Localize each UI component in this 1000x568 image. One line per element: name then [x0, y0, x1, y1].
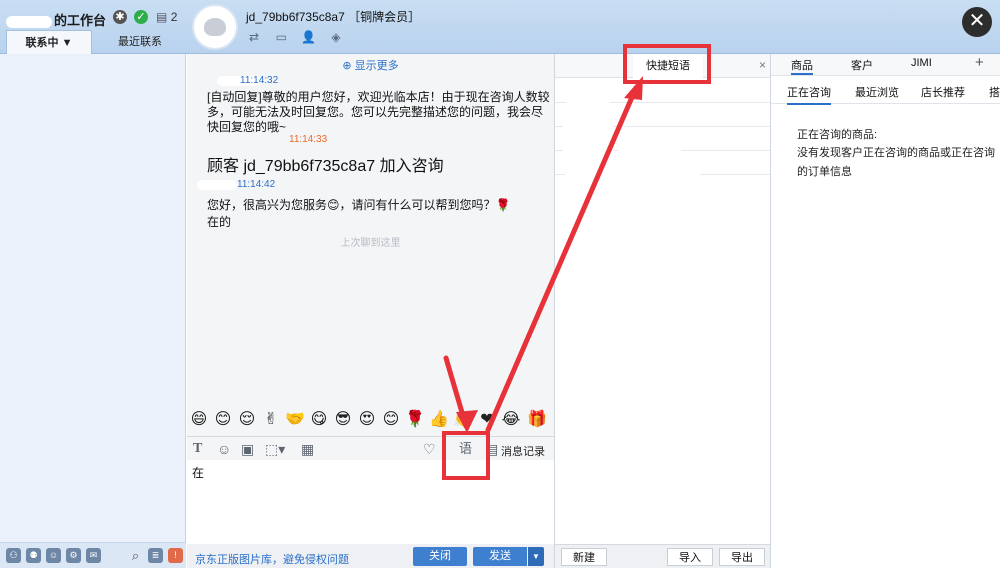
transfer-icon[interactable]: ⇄	[246, 30, 262, 44]
customer-join-message: 顾客 jd_79bb6f735c8a7 加入咨询	[207, 158, 444, 175]
tab-recent[interactable]: 最近联系	[100, 30, 180, 54]
emoji-item[interactable]: 😎	[333, 410, 353, 430]
chat-footer: 京东正版图片库，避免侵权问题 关闭 发送 ▼	[187, 544, 554, 568]
message-time: 11:14:42	[237, 179, 276, 190]
reply-message: 在的	[207, 215, 232, 229]
emoji-item[interactable]: 🎁	[527, 410, 547, 430]
tab-product[interactable]: 商品	[791, 57, 813, 75]
online-status-icon[interactable]: ✓	[134, 10, 148, 24]
emoji-item[interactable]: ✌	[261, 410, 281, 430]
export-button[interactable]: 导出	[719, 548, 765, 566]
settings-icon[interactable]: ⚙	[66, 548, 81, 563]
redacted-sender	[197, 180, 237, 190]
redacted-region	[575, 204, 765, 264]
message-input[interactable]: 在	[187, 460, 554, 544]
message-input-text: 在	[192, 466, 205, 480]
import-button[interactable]: 导入	[667, 548, 713, 566]
workbench-title: 的工作台	[6, 10, 106, 29]
annotation-highlight-phrase-icon	[442, 431, 490, 480]
left-footer-toolbar: ⚇ ⚉ ☺ ⚙ ✉ ⌕ ≣ !	[0, 542, 186, 568]
show-more-link[interactable]: ⊕ 显示更多	[187, 57, 554, 73]
user-menu-icon[interactable]: 👤	[301, 30, 317, 44]
team-icon[interactable]: ☺	[46, 548, 61, 563]
list-icon[interactable]: ≣	[148, 548, 163, 563]
group-icon[interactable]: ⚉	[26, 548, 41, 563]
emoji-item[interactable]: ❤	[477, 410, 497, 430]
consulting-product-title: 正在咨询的商品:	[797, 129, 878, 141]
image-library-link[interactable]: 京东正版图片库，避免侵权问题	[195, 551, 349, 567]
chat-panel: ⊕ 显示更多 11:14:32 [自动回复]尊敬的用户您好，欢迎光临本店！由于现…	[187, 54, 554, 568]
subtab-recent-browse[interactable]: 最近浏览	[855, 84, 899, 100]
customer-action-icons: ⇄ ▭ 👤 ◈	[246, 30, 352, 46]
emoji-bar: 😄 😊 😌 ✌ 🤝 😋 😎 😍 😊 🌹 👍 👏 ❤ 😂 🎁	[187, 410, 554, 434]
screenshot-icon[interactable]: ⬚▾	[265, 441, 285, 457]
message-count[interactable]: ▤ 2	[156, 10, 177, 24]
contact-tabs: 联系中 ▼ 最近联系	[0, 30, 186, 54]
emoji-item[interactable]: 😍	[357, 410, 377, 430]
contacts-icon[interactable]: ⚇	[6, 548, 21, 563]
close-icon[interactable]: ×	[759, 58, 766, 72]
emoji-item[interactable]: 😋	[309, 410, 329, 430]
tab-jimi[interactable]: JIMI	[911, 57, 932, 69]
emoji-item[interactable]: 😂	[501, 410, 521, 430]
right-info-panel: 商品 客户 JIMI + 正在咨询 最近浏览 店长推荐 搭 正在咨询的商品: 没…	[771, 54, 1000, 568]
close-chat-button[interactable]: 关闭	[413, 547, 467, 566]
redacted-name	[6, 15, 52, 28]
heart-icon[interactable]: ♡	[423, 441, 436, 457]
contact-list[interactable]: ⚇ ⚉ ☺ ⚙ ✉ ⌕ ≣ !	[0, 54, 186, 568]
alert-icon[interactable]: !	[168, 548, 183, 563]
send-button[interactable]: 发送	[473, 547, 527, 566]
right-tabs: 商品 客户 JIMI +	[771, 54, 1000, 76]
tab-customer[interactable]: 客户	[851, 57, 873, 73]
customer-name: jd_79bb6f735c8a7 ［铜牌会员］	[246, 10, 421, 24]
close-window-button[interactable]: ✕	[962, 7, 992, 37]
emoji-icon[interactable]: ☺	[217, 441, 231, 457]
subtab-more[interactable]: 搭	[989, 84, 1000, 100]
quick-phrase-footer: 新建 导入 导出	[555, 544, 770, 568]
message-history-button[interactable]: 消息记录	[501, 443, 545, 459]
search-icon[interactable]: ⌕	[128, 548, 143, 563]
emoji-item[interactable]: 😊	[213, 410, 233, 430]
shield-icon[interactable]: ◈	[328, 30, 344, 44]
last-read-divider: 上次聊到这里	[340, 238, 401, 249]
emoji-item[interactable]: 😊	[381, 410, 401, 430]
input-toolbar: T ☺ ▣ ⬚▾ ▦ ♡ 语 ▤ 消息记录	[187, 436, 554, 460]
chat-icon[interactable]: ✉	[86, 548, 101, 563]
quick-phrase-panel: 快捷短语 × 新建 导入 导出	[554, 54, 771, 568]
emoji-item[interactable]: 😌	[237, 410, 257, 430]
add-tab-icon[interactable]: +	[975, 54, 984, 71]
no-consulting-message: 没有发现客户正在咨询的商品或正在咨询的订单信息	[797, 147, 995, 178]
emoji-item[interactable]: 👏	[453, 410, 473, 430]
new-phrase-button[interactable]: 新建	[561, 548, 607, 566]
subtab-manager-recommend[interactable]: 店长推荐	[921, 84, 965, 100]
annotation-highlight-quick-phrase-tab	[623, 44, 711, 84]
message-icon: ▤	[156, 10, 168, 24]
customer-avatar[interactable]	[192, 4, 238, 50]
bug-icon[interactable]: ✱	[113, 10, 127, 24]
send-options-dropdown[interactable]: ▼	[528, 547, 544, 566]
subtab-consulting[interactable]: 正在咨询	[787, 84, 831, 105]
calculator-icon[interactable]: ▦	[301, 441, 314, 457]
tab-contacting[interactable]: 联系中 ▼	[6, 30, 92, 54]
emoji-item[interactable]: 👍	[429, 410, 449, 430]
font-icon[interactable]: T	[193, 441, 202, 457]
auto-reply-message: [自动回复]尊敬的用户您好，欢迎光临本店！由于现在咨询人数较多，可能无法及时回复…	[207, 90, 550, 134]
image-icon[interactable]: ▣	[241, 441, 254, 457]
emoji-item[interactable]: 🌹	[405, 410, 425, 430]
print-icon[interactable]: ▭	[273, 30, 289, 44]
emoji-item[interactable]: 🤝	[285, 410, 305, 430]
product-subtabs: 正在咨询 最近浏览 店长推荐 搭	[771, 78, 1000, 105]
greeting-message: 您好，很高兴为您服务😊，请问有什么可以帮到您吗？🌹	[207, 198, 511, 212]
message-time: 11:14:33	[289, 134, 328, 145]
emoji-item[interactable]: 😄	[189, 410, 209, 430]
message-time: 11:14:32	[240, 75, 279, 86]
top-bar: 的工作台 ✱ ✓ ▤ 2 联系中 ▼ 最近联系 jd_79bb6f735c8a7…	[0, 0, 1000, 54]
